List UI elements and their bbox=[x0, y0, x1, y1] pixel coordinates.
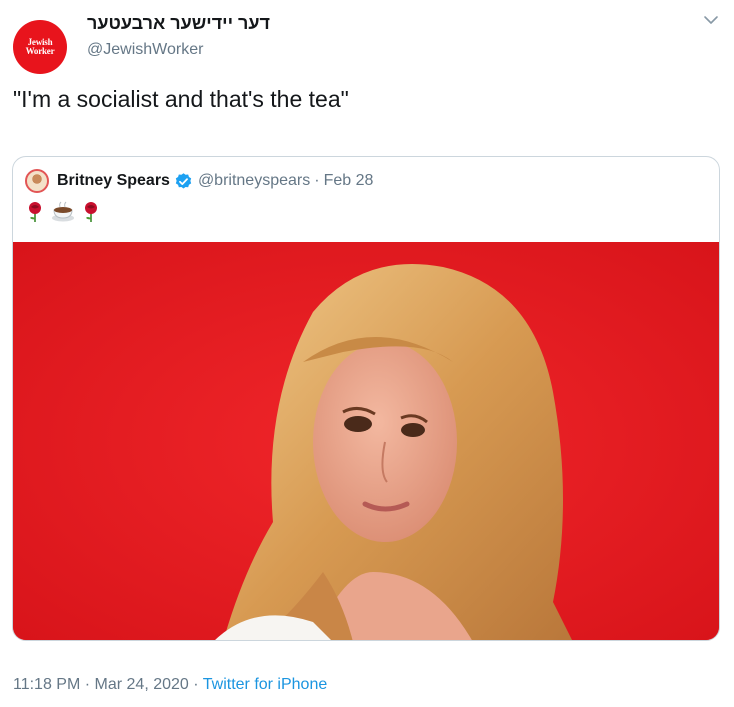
quoted-tweet-header: Britney Spears @britneyspears · Feb 28 bbox=[25, 169, 373, 193]
tweet-header: Jewish Worker דער יידישער ארבעטער @Jewis… bbox=[13, 8, 721, 74]
tweet-time[interactable]: 11:18 PM bbox=[13, 676, 80, 693]
chevron-down-icon[interactable] bbox=[701, 10, 721, 30]
author-avatar[interactable]: Jewish Worker bbox=[13, 20, 67, 74]
separator-dot: · bbox=[193, 676, 199, 693]
quoted-author-handle[interactable]: @britneyspears bbox=[198, 172, 310, 190]
tweet-text: "I'm a socialist and that's the tea" bbox=[13, 86, 349, 112]
rose-icon bbox=[85, 202, 97, 222]
tweet-source-link[interactable]: Twitter for iPhone bbox=[203, 676, 328, 693]
tweet-footer: 11:18 PM · Mar 24, 2020 · Twitter for iP… bbox=[13, 674, 327, 696]
separator-dot: · bbox=[314, 172, 320, 189]
author-names[interactable]: דער יידישער ארבעטער @JewishWorker bbox=[87, 12, 270, 60]
quoted-author-avatar[interactable] bbox=[25, 169, 49, 193]
quoted-tweet-photo[interactable] bbox=[13, 242, 719, 640]
quoted-tweet-emojis bbox=[25, 201, 101, 223]
portrait-image bbox=[13, 242, 719, 640]
author-display-name[interactable]: דער יידישער ארבעטער bbox=[87, 12, 270, 34]
rose-icon bbox=[29, 202, 41, 222]
quoted-tweet-date[interactable]: Feb 28 bbox=[324, 172, 374, 190]
quoted-author-name[interactable]: Britney Spears bbox=[57, 172, 170, 190]
author-handle[interactable]: @JewishWorker bbox=[87, 40, 270, 60]
avatar-text-line2: Worker bbox=[25, 46, 55, 56]
quoted-tweet[interactable]: Britney Spears @britneyspears · Feb 28 bbox=[12, 156, 720, 641]
tea-cup-icon bbox=[52, 201, 74, 222]
verified-badge-icon bbox=[175, 172, 192, 189]
separator-dot: · bbox=[84, 676, 91, 693]
tweet-date[interactable]: Mar 24, 2020 bbox=[95, 676, 189, 693]
